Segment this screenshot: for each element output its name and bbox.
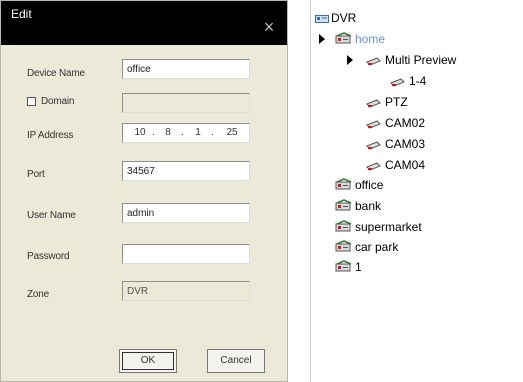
camera-icon <box>365 158 383 172</box>
tree-node-label: car park <box>355 240 399 254</box>
ip-octet-1[interactable]: 10 <box>131 127 149 138</box>
camera-icon <box>365 53 383 67</box>
zone-input[interactable] <box>122 281 250 301</box>
tree-node-label: Multi Preview <box>385 53 457 67</box>
tree-node-label: PTZ <box>385 95 408 109</box>
tree-node-label: bank <box>355 199 382 213</box>
dvr-device-icon <box>335 220 353 234</box>
ip-octet-2[interactable]: 8 <box>159 127 177 138</box>
password-input[interactable] <box>122 244 250 264</box>
expand-arrow-icon[interactable] <box>319 34 325 44</box>
ip-dot-2: . <box>181 127 184 138</box>
camera-icon <box>365 95 383 109</box>
domain-input[interactable] <box>122 93 250 113</box>
dvr-icon <box>315 13 329 24</box>
username-label: User Name <box>27 210 76 221</box>
tree-node-cam03[interactable]: CAM03 <box>365 134 425 154</box>
device-name-input[interactable] <box>122 59 250 79</box>
device-name-label: Device Name <box>27 68 85 79</box>
cancel-button[interactable]: Cancel <box>207 349 265 373</box>
tree-node-home[interactable]: home <box>335 29 385 49</box>
tree-node-dvr[interactable]: DVR <box>315 8 356 28</box>
port-input[interactable] <box>122 161 250 181</box>
ip-dot-1: . <box>152 127 155 138</box>
device-tree-panel: DVR home Multi Preview 1-4 PTZ CAM02 CAM… <box>310 0 523 382</box>
expand-arrow-icon[interactable] <box>347 55 353 65</box>
tree-node-cam04[interactable]: CAM04 <box>365 155 425 175</box>
tree-node-bank[interactable]: bank <box>335 196 381 216</box>
tree-node-label: 1 <box>355 260 362 274</box>
dvr-device-icon <box>335 260 353 274</box>
zone-label: Zone <box>27 289 49 300</box>
dvr-device-icon <box>335 32 353 46</box>
tree-node-multi-preview[interactable]: Multi Preview <box>365 50 456 70</box>
close-icon[interactable]: × <box>261 18 277 36</box>
username-input[interactable] <box>122 203 250 223</box>
edit-dialog: Edit × Device Name Domain IP Address 10 … <box>0 0 288 382</box>
domain-label: Domain <box>41 96 75 107</box>
tree-node-label: CAM04 <box>385 158 426 172</box>
ok-button[interactable]: OK <box>119 349 177 373</box>
tree-node-car-park[interactable]: car park <box>335 237 398 257</box>
tree-node-label: CAM02 <box>385 116 426 130</box>
ip-address-label: IP Address <box>27 130 74 141</box>
ip-address-field[interactable]: 10 . 8 . 1 . 25 <box>122 123 250 143</box>
tree-node-cam02[interactable]: CAM02 <box>365 113 425 133</box>
domain-checkbox[interactable] <box>27 97 36 106</box>
dvr-device-icon <box>335 178 353 192</box>
dvr-device-icon <box>335 240 353 254</box>
dvr-device-icon <box>335 199 353 213</box>
tree-node-supermarket[interactable]: supermarket <box>335 217 422 237</box>
password-label: Password <box>27 251 70 262</box>
ip-octet-4[interactable]: 25 <box>223 127 241 138</box>
tree-node-1-4[interactable]: 1-4 <box>389 71 426 91</box>
tree-node-ptz[interactable]: PTZ <box>365 92 408 112</box>
tree-node-1[interactable]: 1 <box>335 257 362 277</box>
tree-node-label: CAM03 <box>385 137 426 151</box>
tree-node-label: home <box>355 32 386 46</box>
camera-icon <box>389 74 407 88</box>
tree-node-label: 1-4 <box>409 74 427 88</box>
dialog-title-bar[interactable]: Edit × <box>1 1 287 45</box>
tree-node-label: supermarket <box>355 220 422 234</box>
camera-icon <box>365 137 383 151</box>
camera-icon <box>365 116 383 130</box>
tree-node-label: office <box>355 178 384 192</box>
ip-dot-3: . <box>211 127 214 138</box>
tree-node-office[interactable]: office <box>335 175 383 195</box>
ip-octet-3[interactable]: 1 <box>189 127 207 138</box>
tree-node-label: DVR <box>331 11 357 25</box>
port-label: Port <box>27 169 45 180</box>
dialog-title: Edit <box>11 7 32 21</box>
